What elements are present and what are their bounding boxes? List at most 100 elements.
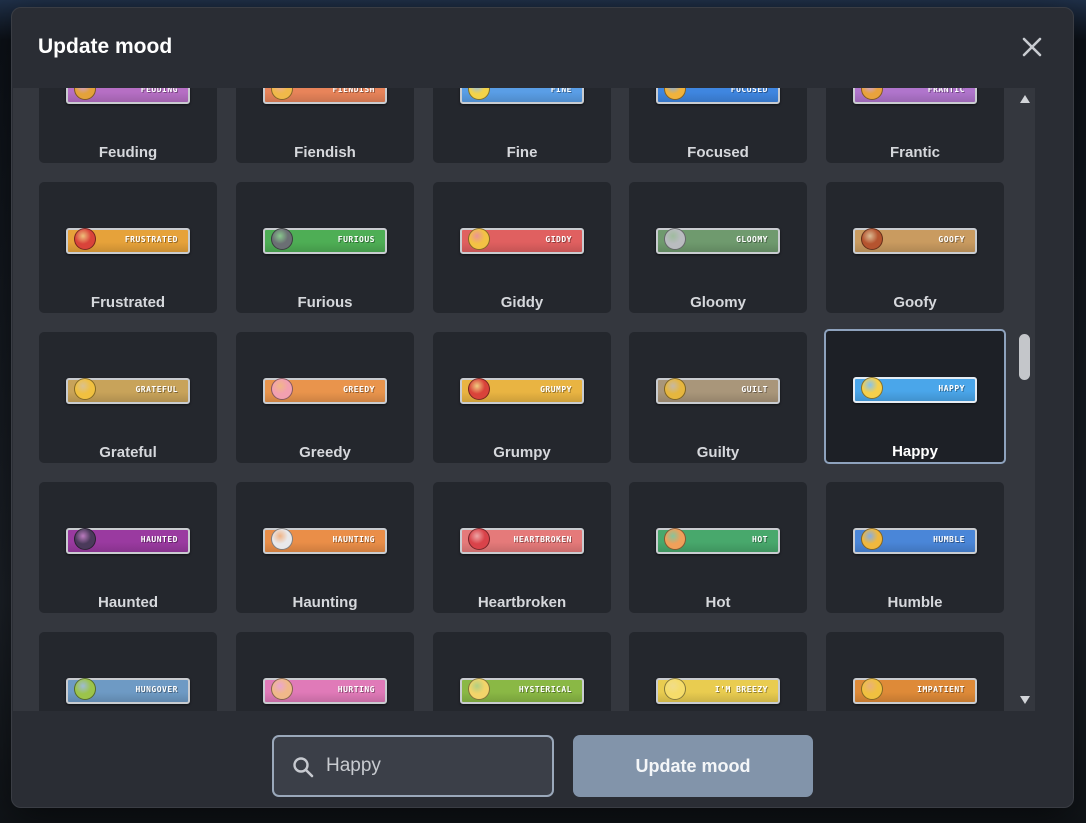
mood-emoji-icon <box>664 678 686 700</box>
mood-emoji-icon <box>74 228 96 250</box>
mood-tile-hysterical[interactable]: HYSTERICALHysterical <box>433 632 611 711</box>
mood-badge: HAUNTING <box>263 528 387 554</box>
mood-badge-text: GRUMPY <box>540 385 572 394</box>
mood-badge-text: FINE <box>550 88 572 94</box>
mood-tile-focused[interactable]: FOCUSED Focused <box>629 88 807 163</box>
mood-badge: FINE <box>460 88 584 104</box>
mood-badge: GREEDY <box>263 378 387 404</box>
mood-badge-text: IMPATIENT <box>917 685 965 694</box>
mood-tile-happy[interactable]: HAPPY Happy <box>824 329 1006 464</box>
mood-badge: FURIOUS <box>263 228 387 254</box>
close-button[interactable] <box>1019 34 1045 60</box>
mood-tile-furious[interactable]: FURIOUS Furious <box>236 182 414 313</box>
grid-scrollbar[interactable] <box>1017 88 1033 711</box>
mood-badge-text: HOT <box>752 535 768 544</box>
mood-badge-text: GLOOMY <box>736 235 768 244</box>
mood-badge: FIENDISH <box>263 88 387 104</box>
mood-label: Hot <box>705 594 731 611</box>
mood-badge-text: HEARTBROKEN <box>513 535 572 544</box>
mood-badge: IMPATIENT <box>853 678 977 704</box>
mood-badge-text: FURIOUS <box>337 235 375 244</box>
mood-search-box[interactable] <box>272 735 554 797</box>
mood-badge-text: GOOFY <box>938 235 965 244</box>
mood-tile-hurting[interactable]: HURTINGHurting <box>236 632 414 711</box>
mood-emoji-icon <box>468 88 490 100</box>
mood-tile-giddy[interactable]: GIDDY Giddy <box>433 182 611 313</box>
mood-emoji-icon <box>468 678 490 700</box>
mood-label: Feuding <box>98 144 158 161</box>
mood-emoji-icon <box>271 528 293 550</box>
mood-search-input[interactable] <box>326 747 536 785</box>
mood-badge: HAPPY <box>853 377 977 403</box>
mood-tile-haunted[interactable]: HAUNTED Haunted <box>39 482 217 613</box>
mood-emoji-icon <box>861 377 883 399</box>
mood-label: Grumpy <box>493 444 551 461</box>
mood-emoji-icon <box>468 528 490 550</box>
mood-badge: HUNGOVER <box>66 678 190 704</box>
mood-label: Fine <box>506 144 538 161</box>
update-mood-button[interactable]: Update mood <box>573 735 813 797</box>
mood-tile-guilty[interactable]: GUILT Guilty <box>629 332 807 463</box>
mood-tile-feuding[interactable]: FEUDING Feuding <box>39 88 217 163</box>
mood-badge: FRUSTRATED <box>66 228 190 254</box>
mood-badge-text: FRUSTRATED <box>124 235 178 244</box>
mood-emoji-icon <box>271 228 293 250</box>
mood-badge-text: HURTING <box>337 685 375 694</box>
mood-emoji-icon <box>271 88 293 100</box>
mood-tile-grateful[interactable]: GRATEFUL Grateful <box>39 332 217 463</box>
mood-badge: HURTING <box>263 678 387 704</box>
mood-badge-text: GRATEFUL <box>135 385 178 394</box>
scroll-down-arrow-icon[interactable] <box>1020 695 1030 705</box>
mood-emoji-icon <box>861 88 883 100</box>
mood-label: Frustrated <box>90 294 166 311</box>
mood-emoji-icon <box>664 378 686 400</box>
mood-emoji-icon <box>664 88 686 100</box>
mood-emoji-icon <box>861 678 883 700</box>
mood-badge-text: HYSTERICAL <box>518 685 572 694</box>
mood-label: Humble <box>887 594 943 611</box>
mood-label: Furious <box>297 294 353 311</box>
mood-emoji-icon <box>861 528 883 550</box>
mood-tile-hot[interactable]: HOT Hot <box>629 482 807 613</box>
mood-emoji-icon <box>271 378 293 400</box>
mood-badge-text: FEUDING <box>140 88 178 94</box>
mood-tile-gloomy[interactable]: GLOOMY Gloomy <box>629 182 807 313</box>
mood-tile-haunting[interactable]: HAUNTING Haunting <box>236 482 414 613</box>
mood-tile-hungover[interactable]: HUNGOVERHungover <box>39 632 217 711</box>
mood-label: Guilty <box>696 444 740 461</box>
mood-tile-breezy[interactable]: I'M BREEZYBreezy <box>629 632 807 711</box>
mood-label: Greedy <box>299 444 351 461</box>
mood-tile-grumpy[interactable]: GRUMPY Grumpy <box>433 332 611 463</box>
mood-badge-text: HUNGOVER <box>135 685 178 694</box>
mood-emoji-icon <box>74 378 96 400</box>
mood-badge: GUILT <box>656 378 780 404</box>
mood-badge: FEUDING <box>66 88 190 104</box>
update-mood-dialog: Update mood FEUDING Feuding FIENDISH Fiendi… <box>11 7 1074 808</box>
mood-badge: HUMBLE <box>853 528 977 554</box>
mood-tile-greedy[interactable]: GREEDY Greedy <box>236 332 414 463</box>
mood-tile-humble[interactable]: HUMBLE Humble <box>826 482 1004 613</box>
scroll-up-arrow-icon[interactable] <box>1020 94 1030 104</box>
mood-badge: FRANTIC <box>853 88 977 104</box>
mood-tile-frustrated[interactable]: FRUSTRATED Frustrated <box>39 182 217 313</box>
mood-grid: FEUDING Feuding FIENDISH Fiendish FINE Fine FO… <box>13 88 1035 711</box>
mood-tile-heartbroken[interactable]: HEARTBROKEN Heartbroken <box>433 482 611 613</box>
mood-emoji-icon <box>861 228 883 250</box>
mood-badge-text: HUMBLE <box>933 535 965 544</box>
mood-badge-text: GREEDY <box>343 385 375 394</box>
mood-label: Heartbroken <box>477 594 567 611</box>
mood-tile-goofy[interactable]: GOOFY Goofy <box>826 182 1004 313</box>
scroll-thumb[interactable] <box>1019 334 1030 380</box>
mood-tile-fine[interactable]: FINE Fine <box>433 88 611 163</box>
mood-badge: HAUNTED <box>66 528 190 554</box>
mood-badge: HYSTERICAL <box>460 678 584 704</box>
mood-badge: HEARTBROKEN <box>460 528 584 554</box>
mood-tile-fiendish[interactable]: FIENDISH Fiendish <box>236 88 414 163</box>
mood-badge: GLOOMY <box>656 228 780 254</box>
mood-emoji-icon <box>74 678 96 700</box>
mood-tile-frantic[interactable]: FRANTIC Frantic <box>826 88 1004 163</box>
mood-label: Giddy <box>500 294 544 311</box>
mood-tile-impatient[interactable]: IMPATIENTImpatient <box>826 632 1004 711</box>
mood-label: Goofy <box>893 294 937 311</box>
mood-badge-text: I'M BREEZY <box>714 685 768 694</box>
